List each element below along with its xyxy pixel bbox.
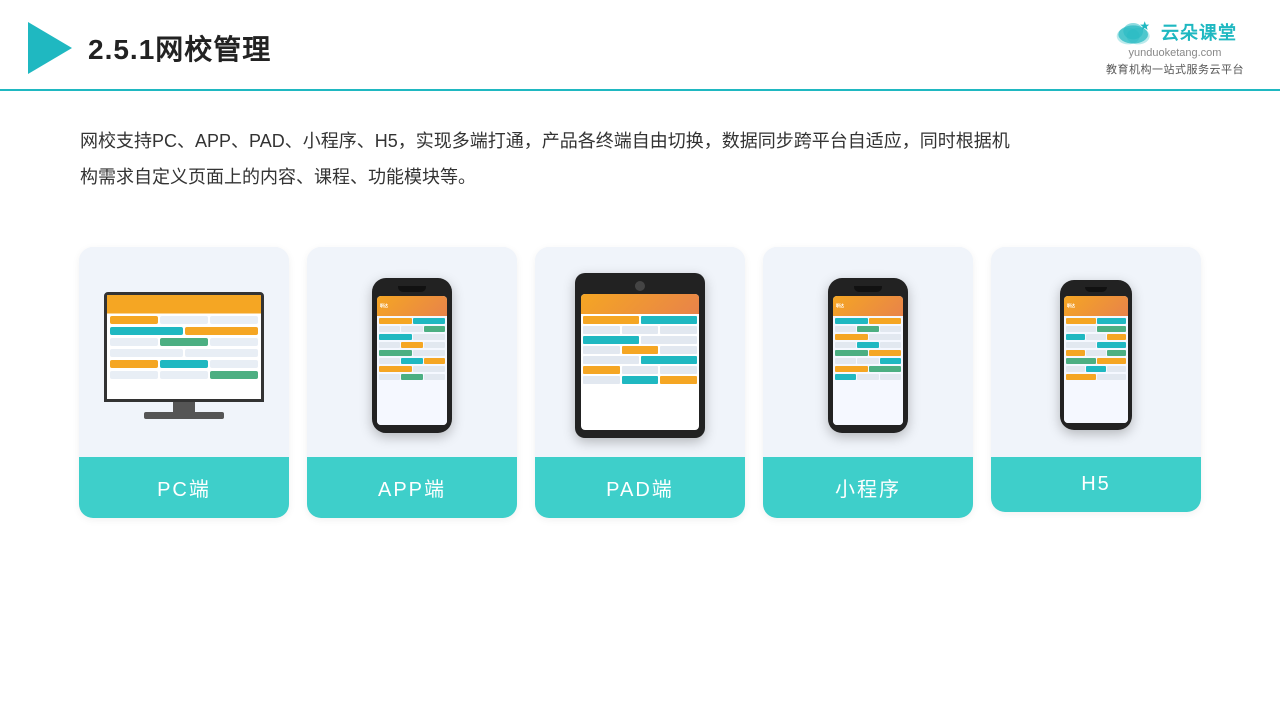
phone-header-text: 职达 <box>380 303 388 309</box>
tablet-mockup <box>575 273 705 438</box>
pc-screen <box>104 292 264 402</box>
card-h5-image: 职达 <box>991 247 1201 457</box>
header: 2.5.1网校管理 云朵课堂 yunduoketang.com 教育机构一站式服… <box>0 0 1280 91</box>
card-miniapp-label: 小程序 <box>763 457 973 518</box>
miniapp-phone-mockup: 职达 <box>828 278 908 433</box>
card-app-image: 职达 <box>307 247 517 457</box>
phone-notch <box>398 286 426 292</box>
brand-logo: 云朵课堂 <box>1113 18 1237 46</box>
header-left: 2.5.1网校管理 <box>28 22 271 74</box>
miniapp-phone-screen: 职达 <box>833 296 903 425</box>
h5-phone-notch <box>1085 287 1107 292</box>
tablet-home <box>635 281 645 291</box>
card-pc-image <box>79 247 289 457</box>
description-paragraph: 网校支持PC、APP、PAD、小程序、H5，实现多端打通，产品各终端自由切换，数… <box>80 123 1020 195</box>
card-app[interactable]: 职达 APP端 <box>307 247 517 518</box>
cloud-icon <box>1113 18 1155 46</box>
tablet-screen <box>581 294 699 430</box>
miniapp-phone-body <box>833 316 903 425</box>
h5-phone-body <box>1064 316 1128 423</box>
card-pad-label: PAD端 <box>535 457 745 518</box>
tablet-body <box>581 314 699 386</box>
card-miniapp[interactable]: 职达 小程序 <box>763 247 973 518</box>
card-h5-label: H5 <box>991 457 1201 512</box>
brand-area: 云朵课堂 yunduoketang.com 教育机构一站式服务云平台 <box>1106 18 1244 77</box>
phone-screen: 职达 <box>377 296 447 425</box>
miniapp-phone-header: 职达 <box>833 296 903 316</box>
brand-url: yunduoketang.com <box>1129 47 1222 59</box>
phone-header: 职达 <box>377 296 447 316</box>
card-pad-image <box>535 247 745 457</box>
brand-tagline: 教育机构一站式服务云平台 <box>1106 61 1244 77</box>
pc-mockup <box>99 292 269 419</box>
pc-screen-inner <box>107 295 261 399</box>
card-pad[interactable]: PAD端 <box>535 247 745 518</box>
brand-name: 云朵课堂 <box>1161 19 1237 45</box>
tablet-header <box>581 294 699 314</box>
app-phone-mockup: 职达 <box>372 278 452 433</box>
card-app-label: APP端 <box>307 457 517 518</box>
pc-screen-content <box>107 313 261 399</box>
h5-phone-header: 职达 <box>1064 296 1128 316</box>
phone-body <box>377 316 447 425</box>
h5-phone-mockup: 职达 <box>1060 280 1132 430</box>
pc-base <box>144 412 224 419</box>
logo-triangle-icon <box>28 22 72 74</box>
cards-container: PC端 职达 <box>0 217 1280 548</box>
h5-header-text: 职达 <box>1067 303 1075 309</box>
miniapp-header-text: 职达 <box>836 303 844 309</box>
card-pc[interactable]: PC端 <box>79 247 289 518</box>
description-text: 网校支持PC、APP、PAD、小程序、H5，实现多端打通，产品各终端自由切换，数… <box>0 91 1100 207</box>
miniapp-phone-notch <box>854 286 882 292</box>
card-h5[interactable]: 职达 H5 <box>991 247 1201 512</box>
card-pc-label: PC端 <box>79 457 289 518</box>
page-title: 2.5.1网校管理 <box>88 28 271 68</box>
h5-phone-screen: 职达 <box>1064 296 1128 423</box>
pc-neck <box>173 402 195 412</box>
card-miniapp-image: 职达 <box>763 247 973 457</box>
